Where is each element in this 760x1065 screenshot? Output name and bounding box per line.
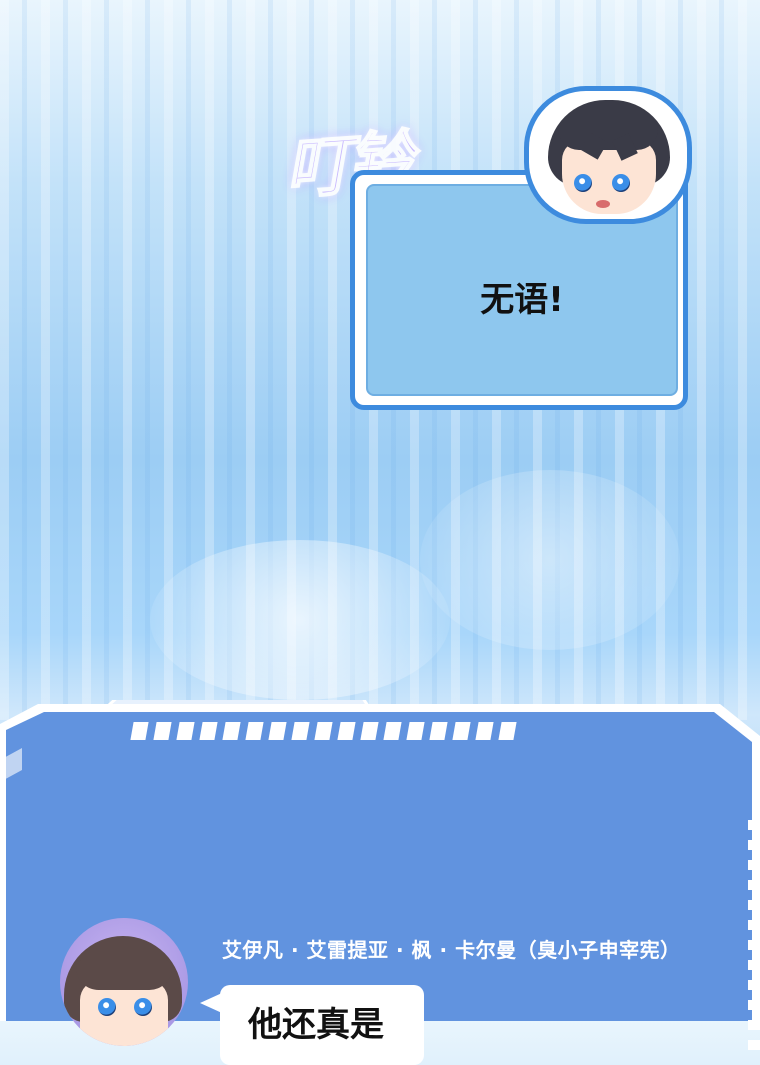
chibi-boy-annoyed-icon: [536, 92, 680, 220]
hud-side-dashes: [748, 820, 760, 1050]
speech-text-bottom: 他还真是: [248, 1005, 384, 1045]
speaker-name-label: 艾伊凡 · 艾雷提亚 · 枫 · 卡尔曼（臭小子申宰宪）: [222, 938, 681, 962]
background-glow: [420, 470, 680, 650]
speech-bubble-tail: [200, 993, 222, 1013]
chibi-boy-portrait-icon: [60, 918, 188, 1046]
speech-text-top: 无语!: [480, 280, 564, 320]
hud-progress-bars: [130, 722, 517, 740]
background-glow: [150, 540, 450, 700]
